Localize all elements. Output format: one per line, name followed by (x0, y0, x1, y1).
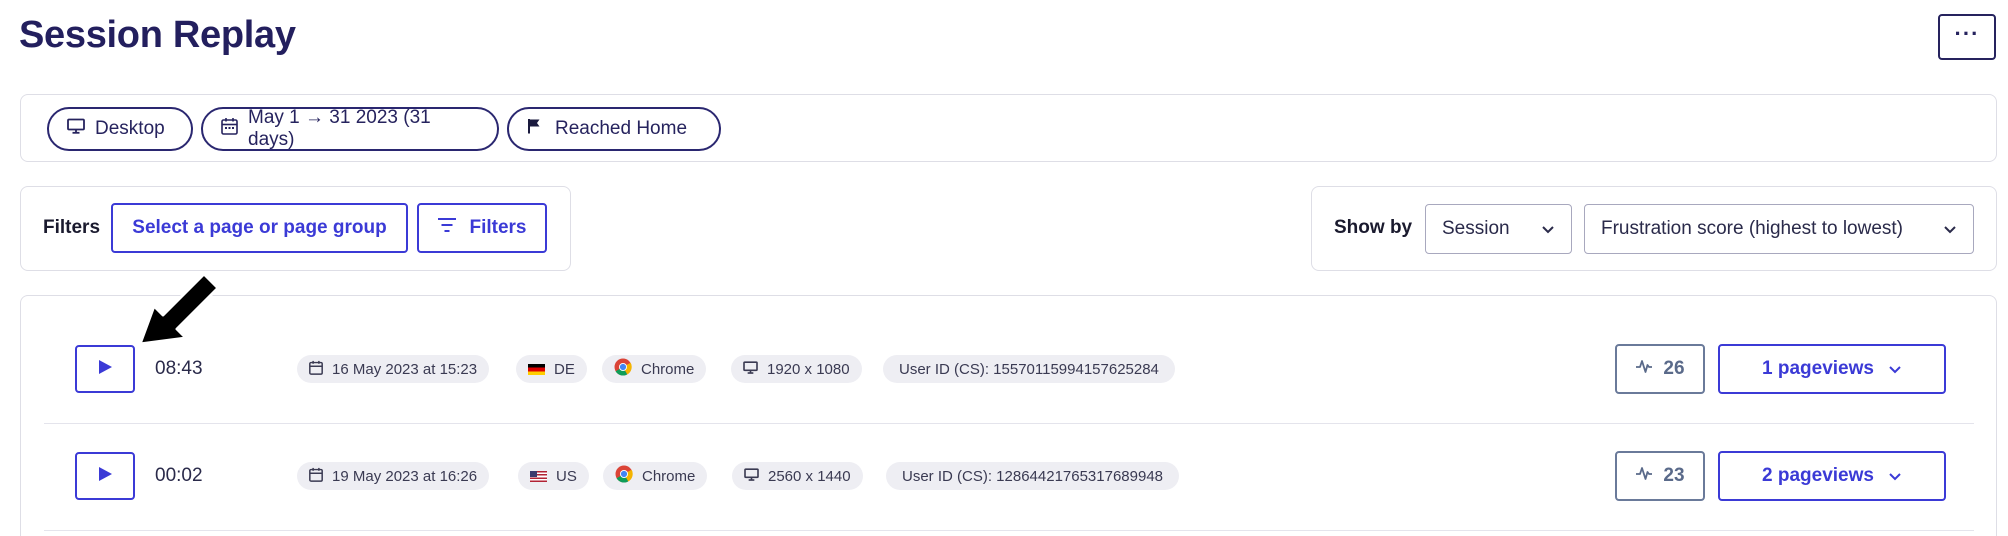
play-icon (97, 359, 113, 380)
cursor-arrow-icon (134, 268, 224, 353)
chevron-down-icon (1943, 218, 1957, 240)
row-divider (44, 530, 1974, 531)
session-resolution-tag: 1920 x 1080 (731, 355, 862, 383)
session-browser: Chrome (641, 360, 695, 378)
pageviews-button[interactable]: 2 pageviews (1718, 451, 1946, 501)
session-duration: 00:02 (155, 465, 203, 486)
germany-flag-icon (528, 363, 545, 375)
filter-lines-icon (437, 217, 457, 239)
session-country-tag: US (518, 462, 589, 490)
chevron-down-icon (1888, 358, 1902, 380)
group-by-select[interactable]: Session (1425, 204, 1572, 254)
filters-button-label: Filters (469, 217, 527, 238)
flag-icon (527, 118, 541, 140)
session-date: 16 May 2023 at 15:23 (332, 360, 478, 378)
monitor-icon (744, 467, 759, 485)
date-range-chip[interactable]: May 1 → 31 2023 (31 days) (201, 107, 499, 151)
session-user-id: User ID (CS): 12864421765317689948 (902, 467, 1164, 485)
chevron-down-icon (1888, 465, 1902, 487)
date-range-chip-label: May 1 → 31 2023 (31 days) (248, 107, 431, 150)
filters-button[interactable]: Filters (417, 203, 547, 253)
frustration-score-button[interactable]: 26 (1615, 344, 1705, 394)
session-user-id-tag: User ID (CS): 15570115994157625284 (883, 355, 1175, 383)
chevron-down-icon (1541, 218, 1555, 240)
calendar-icon (309, 467, 323, 486)
session-resolution: 1920 x 1080 (767, 360, 850, 378)
segment-chip-label: Reached Home (555, 118, 688, 139)
pageviews-label: 2 pageviews (1762, 465, 1874, 486)
page-title: Session Replay (19, 14, 296, 56)
frustration-score-button[interactable]: 23 (1615, 451, 1705, 501)
frustration-score: 23 (1663, 465, 1685, 486)
segment-chip[interactable]: Reached Home (507, 107, 721, 151)
monitor-icon (743, 360, 758, 378)
show-by-label: Show by (1334, 217, 1413, 238)
device-chip[interactable]: Desktop (47, 107, 193, 151)
calendar-icon (221, 117, 238, 141)
calendar-icon (309, 360, 323, 379)
frustration-score: 26 (1663, 358, 1685, 379)
session-browser: Chrome (642, 467, 696, 485)
session-resolution: 2560 x 1440 (768, 467, 851, 485)
session-country: US (556, 467, 577, 485)
play-session-button[interactable] (75, 345, 135, 393)
session-resolution-tag: 2560 x 1440 (732, 462, 863, 490)
sort-order-value: Frustration score (highest to lowest) (1601, 218, 1904, 239)
sort-order-select[interactable]: Frustration score (highest to lowest) (1584, 204, 1974, 254)
pageviews-label: 1 pageviews (1762, 358, 1874, 379)
monitor-icon (67, 118, 85, 140)
filters-label: Filters (43, 217, 101, 238)
pageviews-button[interactable]: 1 pageviews (1718, 344, 1946, 394)
session-browser-tag: Chrome (602, 355, 707, 383)
session-user-id-tag: User ID (CS): 12864421765317689948 (886, 462, 1180, 490)
more-options-button[interactable]: ··· (1938, 14, 1996, 60)
page-select-button[interactable]: Select a page or page group (111, 203, 408, 253)
session-date-tag: 16 May 2023 at 15:23 (297, 355, 490, 383)
group-by-value: Session (1442, 218, 1510, 239)
session-date: 19 May 2023 at 16:26 (332, 467, 478, 485)
chrome-icon (614, 358, 632, 380)
session-browser-tag: Chrome (603, 462, 708, 490)
pulse-icon (1635, 465, 1653, 487)
row-divider (44, 423, 1974, 424)
play-icon (97, 466, 113, 487)
session-duration: 08:43 (155, 358, 203, 379)
chrome-icon (615, 465, 633, 487)
play-session-button[interactable] (75, 452, 135, 500)
usa-flag-icon (530, 470, 547, 482)
session-date-tag: 19 May 2023 at 16:26 (297, 462, 490, 490)
device-chip-label: Desktop (95, 118, 165, 139)
session-user-id: User ID (CS): 15570115994157625284 (899, 360, 1159, 378)
session-country: DE (554, 360, 575, 378)
session-country-tag: DE (516, 355, 587, 383)
pulse-icon (1635, 358, 1653, 380)
